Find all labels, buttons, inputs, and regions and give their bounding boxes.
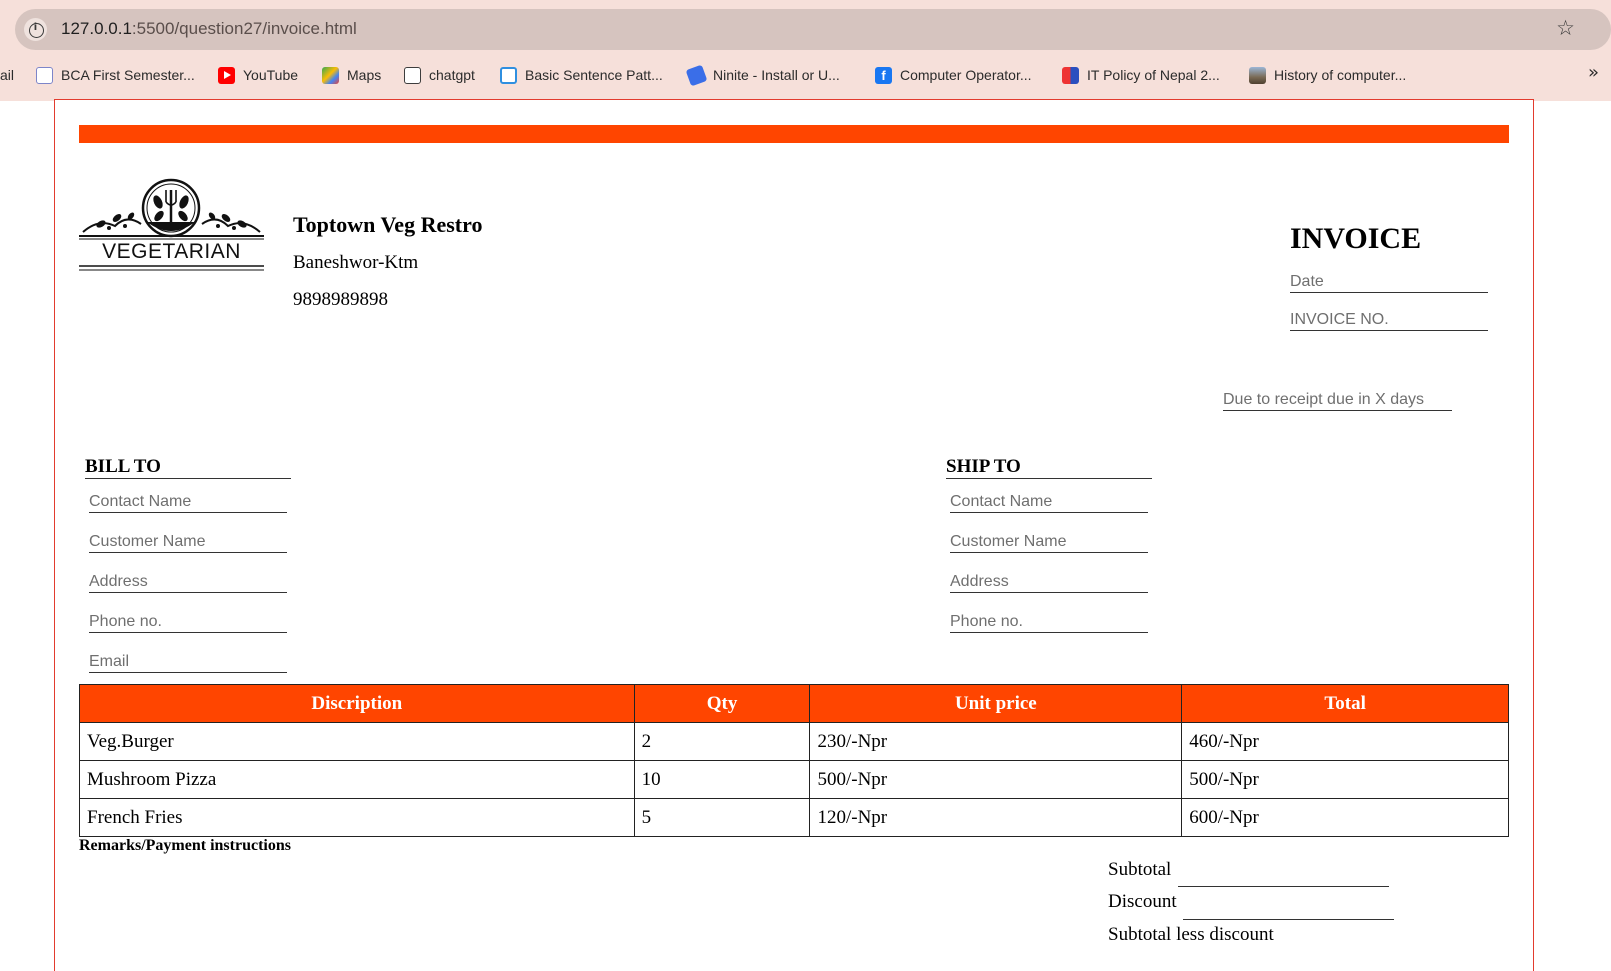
ninite-icon [685,64,708,86]
bookmark-item[interactable]: BCA First Semester... [36,62,195,88]
discount-label: Discount [1108,891,1177,912]
bookmark-item[interactable]: ail [0,62,14,88]
subtotal-less-discount-label: Subtotal less discount [1108,924,1274,945]
browser-chrome: i 127.0.0.1:5500/question27/invoice.html… [0,0,1611,101]
bill-to-title: BILL TO [85,456,291,479]
table-header-row: Discription Qty Unit price Total [79,684,1509,723]
accent-bar [79,125,1509,143]
table-row: Veg.Burger 2 230/-Npr 460/-Npr [79,722,1509,761]
table-row: Mushroom Pizza 10 500/-Npr 500/-Npr [79,760,1509,799]
address-bar[interactable]: i 127.0.0.1:5500/question27/invoice.html… [15,9,1611,50]
cell-qty: 10 [633,760,811,799]
cell-unit-price: 230/-Npr [809,722,1183,761]
itpolicy-icon [1062,66,1079,84]
subtotal-line[interactable] [1178,886,1389,887]
site-info-icon[interactable]: i [24,18,47,41]
cell-total: 460/-Npr [1181,722,1509,761]
bill-phone-field[interactable]: Phone no. [89,613,287,633]
bookmark-item[interactable]: History of computer... [1249,62,1406,88]
company-phone: 9898989898 [293,289,388,310]
logo-text: VEGETARIAN [102,240,241,263]
company-info: Toptown Veg Restro Baneshwor-Ktm 9898989… [293,212,483,310]
bookmark-label: Ninite - Install or U... [713,67,840,83]
bookmark-label: Basic Sentence Patt... [525,67,663,83]
bookmark-item[interactable]: Basic Sentence Patt... [500,62,663,88]
bookmark-label: Maps [347,67,382,83]
quizlet-icon [500,66,517,84]
bill-address-field[interactable]: Address [89,573,287,593]
invoice-header: INVOICE [1290,222,1490,256]
url-host: 127.0.0.1 [61,19,132,38]
url-text[interactable]: 127.0.0.1:5500/question27/invoice.html [61,19,357,39]
cell-unit-price: 120/-Npr [809,798,1183,837]
cell-total: 600/-Npr [1181,798,1509,837]
col-header-qty: Qty [633,684,811,723]
bookmark-item[interactable]: YouTube [218,62,298,88]
items-table: Discription Qty Unit price Total Veg.Bur… [79,684,1509,837]
bookmark-item[interactable]: Ninite - Install or U... [685,62,840,88]
history-icon [1249,66,1266,84]
chatgpt-icon [404,66,421,84]
subtotal-label: Subtotal [1108,859,1172,880]
cell-description: French Fries [79,798,635,837]
date-field[interactable]: Date [1290,273,1488,293]
cell-qty: 2 [633,722,811,761]
maps-icon [322,66,339,84]
bookmark-star-icon[interactable]: ☆ [1556,16,1575,40]
youtube-icon [218,66,235,84]
url-path: :5500/question27/invoice.html [131,19,357,38]
cell-description: Mushroom Pizza [79,760,635,799]
company-name: Toptown Veg Restro [293,212,483,237]
discount-line[interactable] [1183,919,1394,920]
ship-to-title: SHIP TO [946,456,1152,479]
facebook-icon: f [875,66,892,84]
table-row: French Fries 5 120/-Npr 600/-Npr [79,798,1509,837]
bill-customer-name-field[interactable]: Customer Name [89,533,287,553]
cell-description: Veg.Burger [79,722,635,761]
ship-phone-field[interactable]: Phone no. [950,613,1148,633]
col-header-description: Discription [79,684,635,723]
bookmarks-bar: ail BCA First Semester... YouTube Maps c… [0,62,1611,88]
cell-unit-price: 500/-Npr [809,760,1183,799]
bookmark-item[interactable]: f Computer Operator... [875,62,1032,88]
bookmark-label: ail [0,67,15,83]
cell-total: 500/-Npr [1181,760,1509,799]
company-address: Baneshwor-Ktm [293,252,419,273]
invoice-no-field[interactable]: INVOICE NO. [1290,311,1488,331]
bca-icon [36,66,53,84]
ship-customer-name-field[interactable]: Customer Name [950,533,1148,553]
bookmark-item[interactable]: chatgpt [404,62,475,88]
bookmark-label: BCA First Semester... [61,67,195,83]
cell-qty: 5 [633,798,811,837]
due-terms-field[interactable]: Due to receipt due in X days [1223,391,1452,411]
bookmark-label: IT Policy of Nepal 2... [1087,67,1220,83]
bill-email-field[interactable]: Email [89,653,287,673]
col-header-unit-price: Unit price [809,684,1183,723]
bookmark-item[interactable]: IT Policy of Nepal 2... [1062,62,1220,88]
ship-contact-name-field[interactable]: Contact Name [950,493,1148,513]
bookmark-label: Computer Operator... [900,67,1032,83]
bookmark-label: chatgpt [429,67,475,83]
vegetarian-logo: VEGETARIAN [79,178,264,273]
remarks-label: Remarks/Payment instructions [79,837,291,854]
more-bookmarks-icon[interactable]: » [1588,62,1599,83]
bookmark-label: YouTube [243,67,299,83]
ship-address-field[interactable]: Address [950,573,1148,593]
bookmark-item[interactable]: Maps [322,62,381,88]
bill-contact-name-field[interactable]: Contact Name [89,493,287,513]
invoice-page: VEGETARIAN Toptown Veg Restro Baneshwor-… [54,99,1534,971]
bookmark-label: History of computer... [1274,67,1407,83]
col-header-total: Total [1181,684,1509,723]
invoice-title: INVOICE [1290,222,1422,255]
